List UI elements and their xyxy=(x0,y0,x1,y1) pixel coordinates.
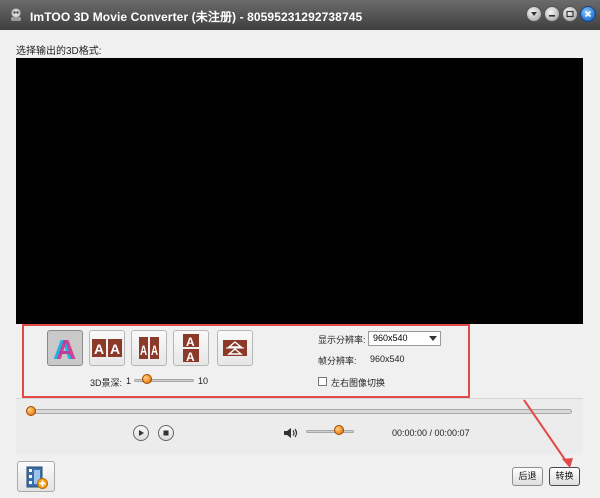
stop-icon xyxy=(163,430,169,436)
top-bottom-half-icon xyxy=(223,340,247,356)
display-resolution-select[interactable]: 960x540 xyxy=(368,331,441,346)
side-by-side-half-icon: A A xyxy=(139,337,159,359)
top-bottom-icon: A A xyxy=(183,334,199,363)
volume-slider-track[interactable] xyxy=(306,430,354,433)
svg-text:A: A xyxy=(140,342,147,358)
app-window: ImTOO 3D Movie Converter (未注册) - 8059523… xyxy=(0,0,600,498)
stop-button[interactable] xyxy=(158,425,174,441)
timeline-track[interactable] xyxy=(30,409,572,414)
anaglyph-icon: A A xyxy=(53,334,76,363)
chevron-down-icon xyxy=(429,336,437,341)
display-resolution-label: 显示分辨率: xyxy=(318,335,366,345)
frame-resolution-label: 帧分辨率: xyxy=(318,356,357,366)
app-icon xyxy=(11,8,21,21)
output-format-label: 选择输出的3D格式: xyxy=(16,46,102,57)
menu-button[interactable] xyxy=(526,6,542,22)
window-title: ImTOO 3D Movie Converter (未注册) - 8059523… xyxy=(30,10,363,24)
play-button[interactable] xyxy=(133,425,149,441)
play-icon xyxy=(139,430,144,436)
format-anaglyph-button[interactable]: A A xyxy=(47,330,83,366)
frame-resolution-value: 960x540 xyxy=(370,354,405,364)
menu-icon xyxy=(531,12,537,16)
close-icon xyxy=(584,10,592,18)
depth-max-label: 10 xyxy=(198,376,209,386)
format-side-by-side-half-button[interactable]: A A xyxy=(131,330,167,366)
add-video-icon xyxy=(26,466,48,489)
format-top-bottom-button[interactable]: A A xyxy=(173,330,209,366)
format-top-bottom-half-button[interactable] xyxy=(217,330,253,366)
display-resolution-value: 960x540 xyxy=(373,333,408,343)
swap-lr-checkbox[interactable] xyxy=(318,377,327,386)
time-display: 00:00:00 / 00:00:07 xyxy=(392,428,470,438)
swap-lr-label: 左右图像切换 xyxy=(331,378,386,388)
add-video-button[interactable] xyxy=(17,461,55,492)
title-bar[interactable]: ImTOO 3D Movie Converter (未注册) - 8059523… xyxy=(0,0,600,30)
svg-text:A: A xyxy=(110,341,120,357)
minimize-button[interactable] xyxy=(544,6,560,22)
svg-text:A: A xyxy=(186,350,195,363)
annotation-arrow-icon xyxy=(523,399,573,468)
restore-icon xyxy=(566,10,574,18)
format-side-by-side-button[interactable]: A A xyxy=(89,330,125,366)
depth-slider-thumb[interactable] xyxy=(142,374,152,384)
svg-text:A: A xyxy=(56,334,76,363)
video-preview xyxy=(16,58,583,324)
volume-icon[interactable] xyxy=(283,427,299,439)
depth-label: 3D景深: xyxy=(90,378,123,388)
svg-text:A: A xyxy=(94,341,104,357)
close-button[interactable] xyxy=(580,6,596,22)
player-panel xyxy=(16,398,583,455)
minimize-icon xyxy=(549,15,555,17)
depth-min-label: 1 xyxy=(126,376,132,386)
volume-slider-thumb[interactable] xyxy=(334,425,344,435)
svg-text:A: A xyxy=(186,335,195,349)
timeline-thumb[interactable] xyxy=(26,406,36,416)
restore-button[interactable] xyxy=(562,6,578,22)
svg-text:A: A xyxy=(151,342,158,358)
side-by-side-icon: A A xyxy=(92,339,122,357)
